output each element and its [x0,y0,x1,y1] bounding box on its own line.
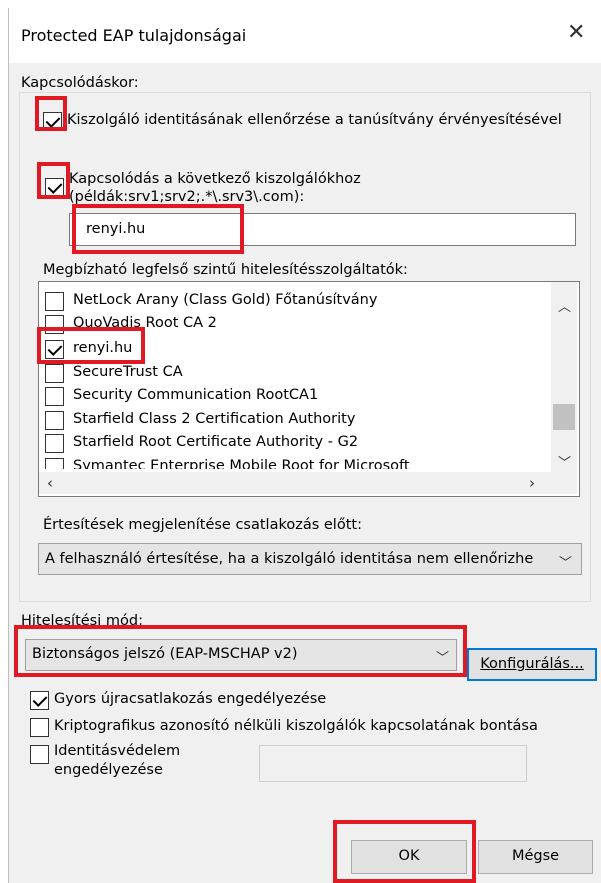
trusted-roots-label: Megbízható legfelső szintű hitelesítéssz… [43,262,408,278]
list-item-label: Symantec Enterprise Mobile Root for Micr… [73,458,410,469]
list-item-checkbox[interactable] [45,364,64,383]
configure-button-label: Konfigurálás... [480,656,584,672]
list-item[interactable]: SecureTrust CA [41,362,539,385]
list-item-checkbox[interactable] [45,411,64,430]
scroll-up-icon[interactable]: ︿ [558,296,571,315]
connect-section-label: Kapcsolódáskor: [21,75,139,91]
list-item[interactable]: Symantec Enterprise Mobile Root for Micr… [41,456,539,469]
notifications-label: Értesítések megjelenítése csatlakozás el… [43,517,362,533]
scroll-down-icon[interactable]: ﹀ [558,452,571,471]
list-item[interactable]: QuoVadis Root CA 2 [41,313,539,336]
chevron-down-icon: ﹀ [559,556,573,571]
identity-privacy-checkbox[interactable] [30,745,49,764]
list-item-checkbox[interactable] [45,292,64,311]
fast-reconnect-checkbox[interactable] [30,691,49,710]
horizontal-scrollbar[interactable]: ‹ › [39,472,577,494]
scroll-right-icon[interactable]: › [529,474,535,492]
identity-privacy-input[interactable] [259,745,527,782]
list-item-checkbox[interactable] [45,387,64,406]
disconnect-no-crypto-label: Kriptografikus azonosító nélküli kiszolg… [54,718,538,734]
vertical-scrollbar[interactable]: ︿ ﹀ [551,282,577,472]
list-item-checkbox[interactable] [45,315,64,334]
notifications-selected: A felhasználó értesítése, ha a kiszolgál… [45,551,534,567]
list-item-label: renyi.hu [73,340,133,356]
title-bar: Protected EAP tulajdonságai ✕ [9,8,601,63]
connect-servers-checkbox[interactable] [45,178,64,197]
window-title: Protected EAP tulajdonságai [21,26,247,45]
list-item-checkbox[interactable] [45,458,64,469]
verify-identity-label: Kiszolgáló identitásának ellenőrzése a t… [67,112,562,128]
list-item-checkbox[interactable] [45,434,64,453]
close-icon[interactable]: ✕ [567,22,585,44]
scrollbar-thumb[interactable] [553,404,575,430]
connect-servers-label: Kapcsolódás a következő kiszolgálókhoz [69,171,361,187]
cancel-button-label: Mégse [511,848,560,864]
list-item-label: Starfield Class 2 Certification Authorit… [73,411,356,427]
eap-properties-dialog: Protected EAP tulajdonságai ✕ Kapcsolódá… [8,8,601,883]
trusted-roots-list[interactable]: NetLock Arany (Class Gold) Főtanúsítvány… [38,281,580,497]
top-strip [0,0,601,8]
scroll-left-icon[interactable]: ‹ [47,474,53,492]
auth-method-selected: Biztonságos jelszó (EAP-MSCHAP v2) [32,646,298,662]
chevron-down-icon: ﹀ [436,651,450,666]
list-item-label: QuoVadis Root CA 2 [73,315,217,331]
identity-privacy-label-2: engedélyezése [54,762,163,778]
list-item-label: Starfield Root Certificate Authority - G… [73,434,359,450]
ok-button-label: OK [398,848,420,864]
list-item-label: Security Communication RootCA1 [73,387,319,403]
list-item[interactable]: Security Communication RootCA1 [41,385,539,408]
servers-input-value: renyi.hu [86,221,146,237]
disconnect-no-crypto-checkbox[interactable] [30,718,49,737]
auth-method-dropdown[interactable]: Biztonságos jelszó (EAP-MSCHAP v2) ﹀ [25,639,457,671]
list-item-label: SecureTrust CA [73,364,183,380]
connect-servers-example: (példák:srv1;srv2;.*\.srv3\.com): [69,189,305,205]
notifications-dropdown[interactable]: A felhasználó értesítése, ha a kiszolgál… [38,543,582,575]
ok-button[interactable]: OK [351,840,467,874]
cancel-button[interactable]: Mégse [478,840,593,874]
list-item[interactable]: Starfield Class 2 Certification Authorit… [41,409,539,432]
identity-privacy-label-1: Identitásvédelem [54,743,181,759]
list-item[interactable]: Starfield Root Certificate Authority - G… [41,432,539,455]
fast-reconnect-label: Gyors újracsatlakozás engedélyezése [54,691,327,707]
list-item[interactable]: NetLock Arany (Class Gold) Főtanúsítvány [41,290,539,313]
configure-button[interactable]: Konfigurálás... [467,648,597,681]
auth-method-label: Hitelesítési mód: [21,613,143,629]
list-item-checkbox[interactable] [45,340,64,359]
verify-identity-checkbox[interactable] [43,112,62,131]
servers-input[interactable]: renyi.hu [69,213,576,246]
list-item[interactable]: renyi.hu [41,338,539,361]
list-item-label: NetLock Arany (Class Gold) Főtanúsítvány [73,292,378,308]
